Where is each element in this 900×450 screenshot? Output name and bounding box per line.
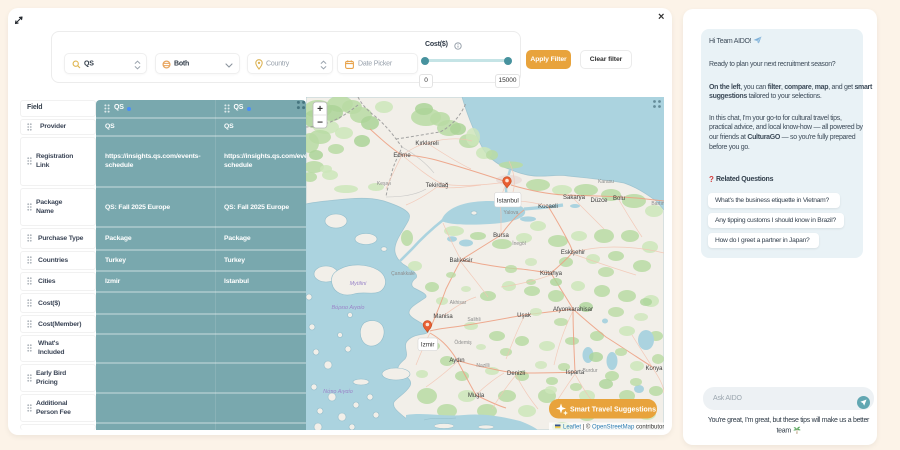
svg-text:Smart Travel Suggestions: Smart Travel Suggestions xyxy=(570,406,656,413)
svg-text:Istanbul: Istanbul xyxy=(497,197,519,204)
svg-text:Manisa: Manisa xyxy=(433,314,453,320)
svg-text:Ödemiş: Ödemiş xyxy=(454,339,472,346)
svg-text:Uşak: Uşak xyxy=(517,313,532,319)
svg-text:Burdur: Burdur xyxy=(582,368,597,374)
svg-text:Aydın: Aydın xyxy=(449,358,464,364)
svg-text:Salihli: Salihli xyxy=(467,317,480,323)
svg-text:Βόρειο Αιγαίο: Βόρειο Αιγαίο xyxy=(332,304,365,311)
svg-text:Νότιο Αιγαίο: Νότιο Αιγαίο xyxy=(323,388,353,395)
svg-text:Bursa: Bursa xyxy=(493,233,509,239)
svg-text:Çanakkale: Çanakkale xyxy=(391,271,415,277)
svg-text:Tekirdağ: Tekirdağ xyxy=(426,183,449,189)
svg-text:Karasu: Karasu xyxy=(598,179,614,185)
svg-text:Balıkesir: Balıkesir xyxy=(449,258,472,264)
svg-text:Sakarya: Sakarya xyxy=(563,195,586,201)
svg-text:Kocaeli: Kocaeli xyxy=(538,204,558,210)
svg-text:Bartın: Bartın xyxy=(651,201,664,207)
svg-text:Edirne: Edirne xyxy=(393,153,411,159)
svg-text:İnegöl: İnegöl xyxy=(512,240,526,247)
svg-text:Konya: Konya xyxy=(645,366,663,372)
svg-text:+: + xyxy=(317,104,323,115)
svg-text:Denizli: Denizli xyxy=(507,371,525,377)
svg-text:Nazilli: Nazilli xyxy=(476,363,489,369)
svg-text:Yalova: Yalova xyxy=(504,210,519,216)
svg-text:Leaflet | © OpenStreetMap cont: Leaflet | © OpenStreetMap contributors xyxy=(563,424,664,431)
svg-text:Kırklareli: Kırklareli xyxy=(415,141,438,147)
svg-text:Eskişehir: Eskişehir xyxy=(561,250,585,256)
svg-text:Afyonkarahisar: Afyonkarahisar xyxy=(553,307,593,313)
svg-text:Bolu: Bolu xyxy=(613,196,625,202)
svg-text:Düzce: Düzce xyxy=(590,198,608,204)
svg-text:Mytilini: Mytilini xyxy=(350,281,368,287)
svg-text:Akhisar: Akhisar xyxy=(450,300,467,306)
svg-text:Muğla: Muğla xyxy=(468,393,485,399)
svg-text:Izmir: Izmir xyxy=(421,342,435,349)
svg-text:Kütahya: Kütahya xyxy=(540,271,563,277)
svg-text:−: − xyxy=(317,118,323,129)
